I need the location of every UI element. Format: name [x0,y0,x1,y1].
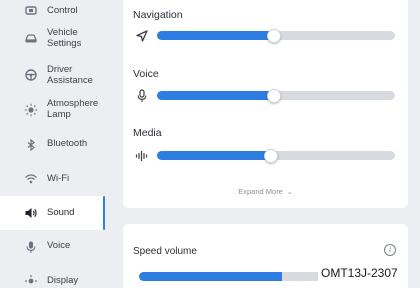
slider-fill [157,31,274,40]
media-volume-slider[interactable] [133,148,401,164]
audio-wave-icon [135,149,149,163]
navigation-volume-slider[interactable] [133,28,401,44]
active-indicator [103,196,105,230]
voice-label: Voice [133,68,159,80]
car-icon [24,31,38,45]
display-icon [24,274,38,288]
slider-thumb[interactable] [264,148,279,163]
sidebar-item-label: Sound [47,207,75,218]
sidebar-item-atmosphere-lamp[interactable]: Atmosphere Lamp [0,96,104,124]
sidebar-item-label: Driver Assistance [47,64,93,86]
sidebar-item-display[interactable]: Display [0,270,104,288]
slider-track[interactable] [157,28,395,43]
bluetooth-icon [24,138,38,152]
microphone-icon [135,89,149,103]
expand-more-label: Expand More [238,187,283,196]
media-label: Media [133,127,162,139]
voice-volume-slider[interactable] [133,88,401,104]
control-icon [24,4,38,18]
sidebar-item-label: Voice [47,240,71,251]
steering-wheel-icon [24,68,38,82]
sidebar-item-sound[interactable]: Sound [0,196,104,230]
wifi-icon [24,172,38,186]
navigation-label: Navigation [133,9,183,21]
slider-track[interactable] [157,148,395,163]
slider-fill [157,91,274,100]
speaker-icon [24,206,38,220]
sidebar-item-bluetooth[interactable]: Bluetooth [0,134,104,156]
slider-thumb[interactable] [266,28,281,43]
sidebar-item-wifi[interactable]: Wi-Fi [0,168,104,190]
slider-fill [139,272,283,281]
volume-card: Navigation Voice Media Expand More ⌄ [123,0,408,208]
sidebar-item-label: Wi-Fi [47,173,70,184]
slider-track[interactable] [157,88,395,103]
slider-fill [157,151,272,160]
sidebar-item-control[interactable]: Control [0,2,104,22]
sidebar-item-label: Control [47,5,78,16]
sidebar-item-label: Atmosphere Lamp [47,98,99,120]
sidebar-item-vehicle-settings[interactable]: Vehicle Settings [0,26,104,50]
watermark-code: OMT13J-2307 [318,264,400,282]
slider-thumb[interactable] [266,88,281,103]
sidebar-item-driver-assistance[interactable]: Driver Assistance [0,62,104,88]
sidebar: Control Vehicle Settings Driver Assistan… [0,0,108,288]
sidebar-item-label: Vehicle Settings [47,27,82,49]
microphone-icon [24,240,38,254]
expand-more-button[interactable]: Expand More ⌄ [123,187,408,196]
chevron-down-icon: ⌄ [286,189,293,196]
sidebar-item-voice[interactable]: Voice [0,236,104,258]
navigation-arrow-icon [135,29,149,43]
sidebar-item-label: Display [47,275,79,286]
info-icon[interactable]: i [384,244,396,256]
sun-lamp-icon [24,103,38,117]
speed-volume-label: Speed volume [133,246,197,257]
sidebar-item-label: Bluetooth [47,138,88,149]
